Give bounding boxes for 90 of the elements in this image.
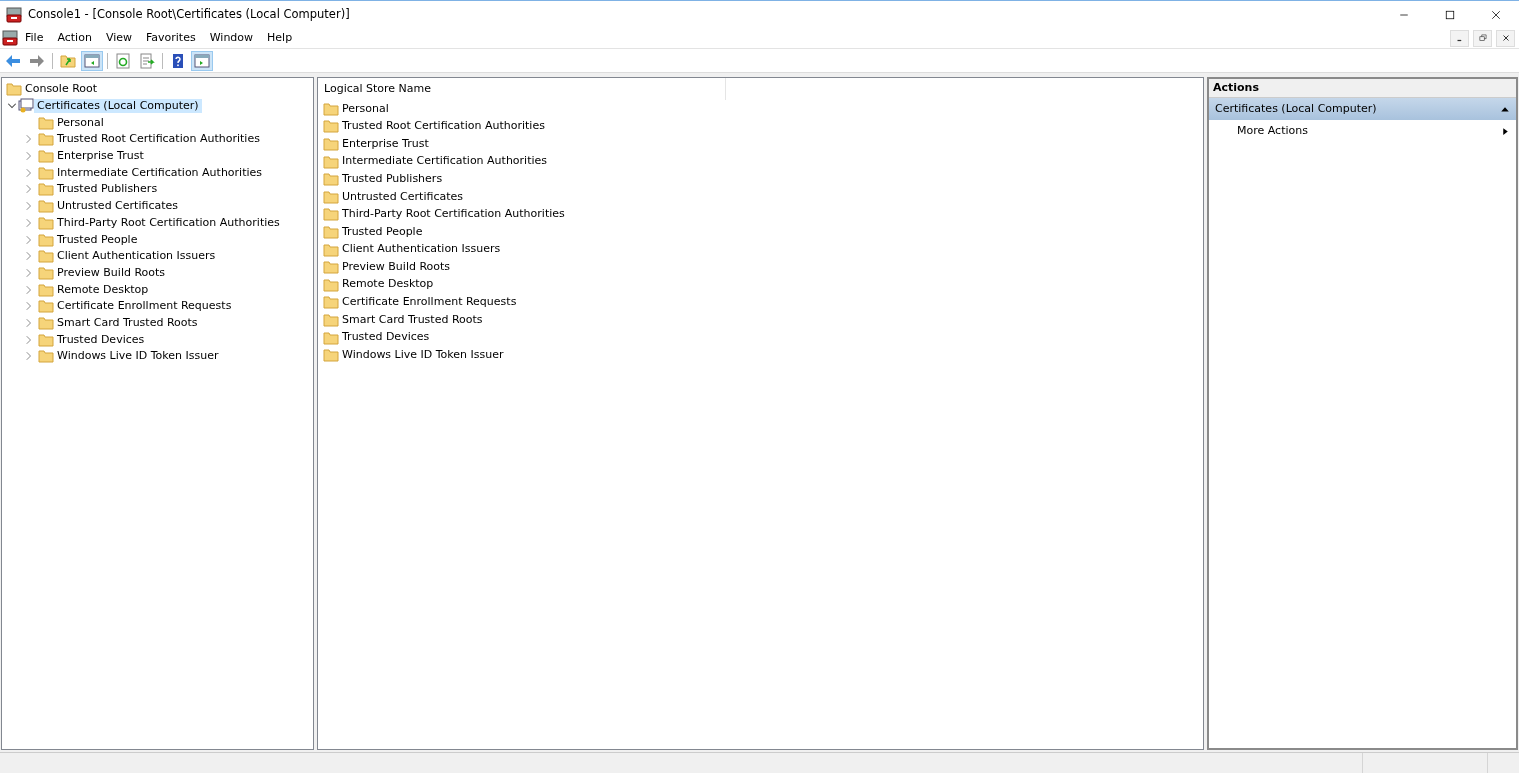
folder-icon: [323, 153, 339, 170]
list-item[interactable]: Windows Live ID Token Issuer: [342, 346, 504, 364]
list-item[interactable]: Certificate Enrollment Requests: [342, 294, 517, 311]
folder-icon: [323, 329, 339, 346]
tree-item[interactable]: Windows Live ID Token Issuer: [54, 349, 222, 364]
folder-icon: [323, 188, 339, 205]
menu-item[interactable]: Window: [202, 28, 261, 48]
list-item[interactable]: Enterprise Trust: [342, 135, 429, 153]
tree-item[interactable]: Certificates (Local Computer): [34, 99, 202, 114]
action-pane-icon: [194, 52, 210, 69]
tree-item[interactable]: Trusted Publishers: [54, 182, 161, 197]
tree-item[interactable]: Client Authentication Issuers: [54, 249, 219, 264]
submenu-triangle-icon: [1501, 126, 1510, 136]
list-item[interactable]: Trusted Devices: [342, 329, 430, 346]
tree-item[interactable]: Enterprise Trust: [54, 149, 147, 164]
restore-icon: [1477, 33, 1488, 43]
folder-icon: [323, 206, 339, 223]
folder-icon: [38, 198, 54, 215]
app-icon: [2, 30, 18, 46]
tree-pane-icon: [84, 52, 100, 69]
close-icon: [1500, 33, 1511, 43]
close-button[interactable]: [1496, 29, 1515, 47]
tree-item[interactable]: Personal: [54, 115, 107, 130]
folder-icon: [323, 294, 339, 311]
folder-icon: [323, 347, 339, 364]
folder-icon: [38, 348, 54, 365]
refresh-icon: [115, 52, 131, 69]
folder-icon: [38, 281, 54, 298]
list-item[interactable]: Client Authentication Issuers: [342, 241, 501, 258]
forward-arrow-icon: [29, 52, 45, 69]
folder-icon: [38, 314, 54, 331]
help-icon: [170, 52, 186, 69]
folder-icon: [323, 311, 339, 328]
list-item[interactable]: Untrusted Certificates: [342, 188, 463, 205]
menu-item[interactable]: View: [98, 28, 139, 48]
folder-icon: [323, 100, 339, 117]
folder-icon: [38, 231, 54, 248]
folder-icon: [323, 223, 339, 240]
menu-item[interactable]: File: [18, 28, 51, 48]
folder-icon: [323, 171, 339, 188]
tree-item[interactable]: Console Root: [22, 82, 101, 97]
export-list-icon: [139, 52, 155, 69]
list-item[interactable]: Preview Build Roots: [342, 258, 451, 276]
folder-icon: [323, 241, 339, 258]
tree-item[interactable]: Smart Card Trusted Roots: [54, 315, 201, 330]
folder-icon: [38, 114, 54, 131]
list-item[interactable]: Third-Party Root Certification Authorities: [342, 206, 565, 223]
tree-item[interactable]: Trusted People: [54, 232, 141, 247]
folder-icon: [323, 136, 339, 152]
folder-icon: [323, 259, 339, 276]
list-item[interactable]: Remote Desktop: [342, 276, 434, 293]
tree-item[interactable]: Untrusted Certificates: [54, 199, 181, 214]
list-item[interactable]: Intermediate Certification Authorities: [342, 153, 548, 170]
window-title: Console1 - [Console Root\Certificates (Local Computer)]: [28, 5, 351, 23]
menu-item[interactable]: Help: [260, 28, 300, 48]
tree-item[interactable]: Trusted Devices: [54, 332, 148, 347]
column-header[interactable]: Logical Store Name: [324, 78, 726, 100]
list-item[interactable]: Trusted Root Certification Authorities: [342, 118, 545, 135]
maximize-icon: [1444, 8, 1456, 21]
close-icon: [1490, 8, 1502, 21]
folder-icon: [38, 248, 54, 265]
folder-icon: [6, 81, 22, 98]
actions-header: Actions: [1209, 79, 1516, 98]
folder-up-icon: [60, 52, 76, 69]
menu-item[interactable]: Favorites: [139, 28, 203, 48]
tree-item[interactable]: Certificate Enrollment Requests: [54, 299, 235, 314]
list-item[interactable]: Personal: [342, 100, 389, 118]
folder-icon: [323, 276, 339, 293]
tree-item[interactable]: Trusted Root Certification Authorities: [54, 132, 263, 147]
tree-item[interactable]: Remote Desktop: [54, 282, 152, 297]
app-icon: [6, 6, 22, 23]
tree-item[interactable]: Third-Party Root Certification Authorities: [54, 215, 283, 230]
restore-button[interactable]: [1473, 29, 1492, 47]
folder-icon: [38, 164, 54, 181]
folder-icon: [38, 214, 54, 231]
action-link[interactable]: More Actions: [1237, 122, 1308, 140]
list-item[interactable]: Trusted Publishers: [342, 170, 443, 188]
list-item[interactable]: Trusted People: [342, 223, 423, 241]
folder-icon: [38, 264, 54, 281]
folder-icon: [38, 181, 54, 198]
folder-icon: [38, 331, 54, 348]
tree-item[interactable]: Preview Build Roots: [54, 265, 169, 280]
tree-item[interactable]: Intermediate Certification Authorities: [54, 165, 266, 180]
folder-icon: [38, 148, 54, 165]
folder-icon: [38, 298, 54, 315]
folder-icon: [38, 131, 54, 148]
certificate-computer-icon: [18, 98, 34, 115]
folder-icon: [323, 118, 339, 135]
list-item[interactable]: Smart Card Trusted Roots: [342, 311, 483, 329]
menu-item[interactable]: Action: [50, 28, 99, 48]
